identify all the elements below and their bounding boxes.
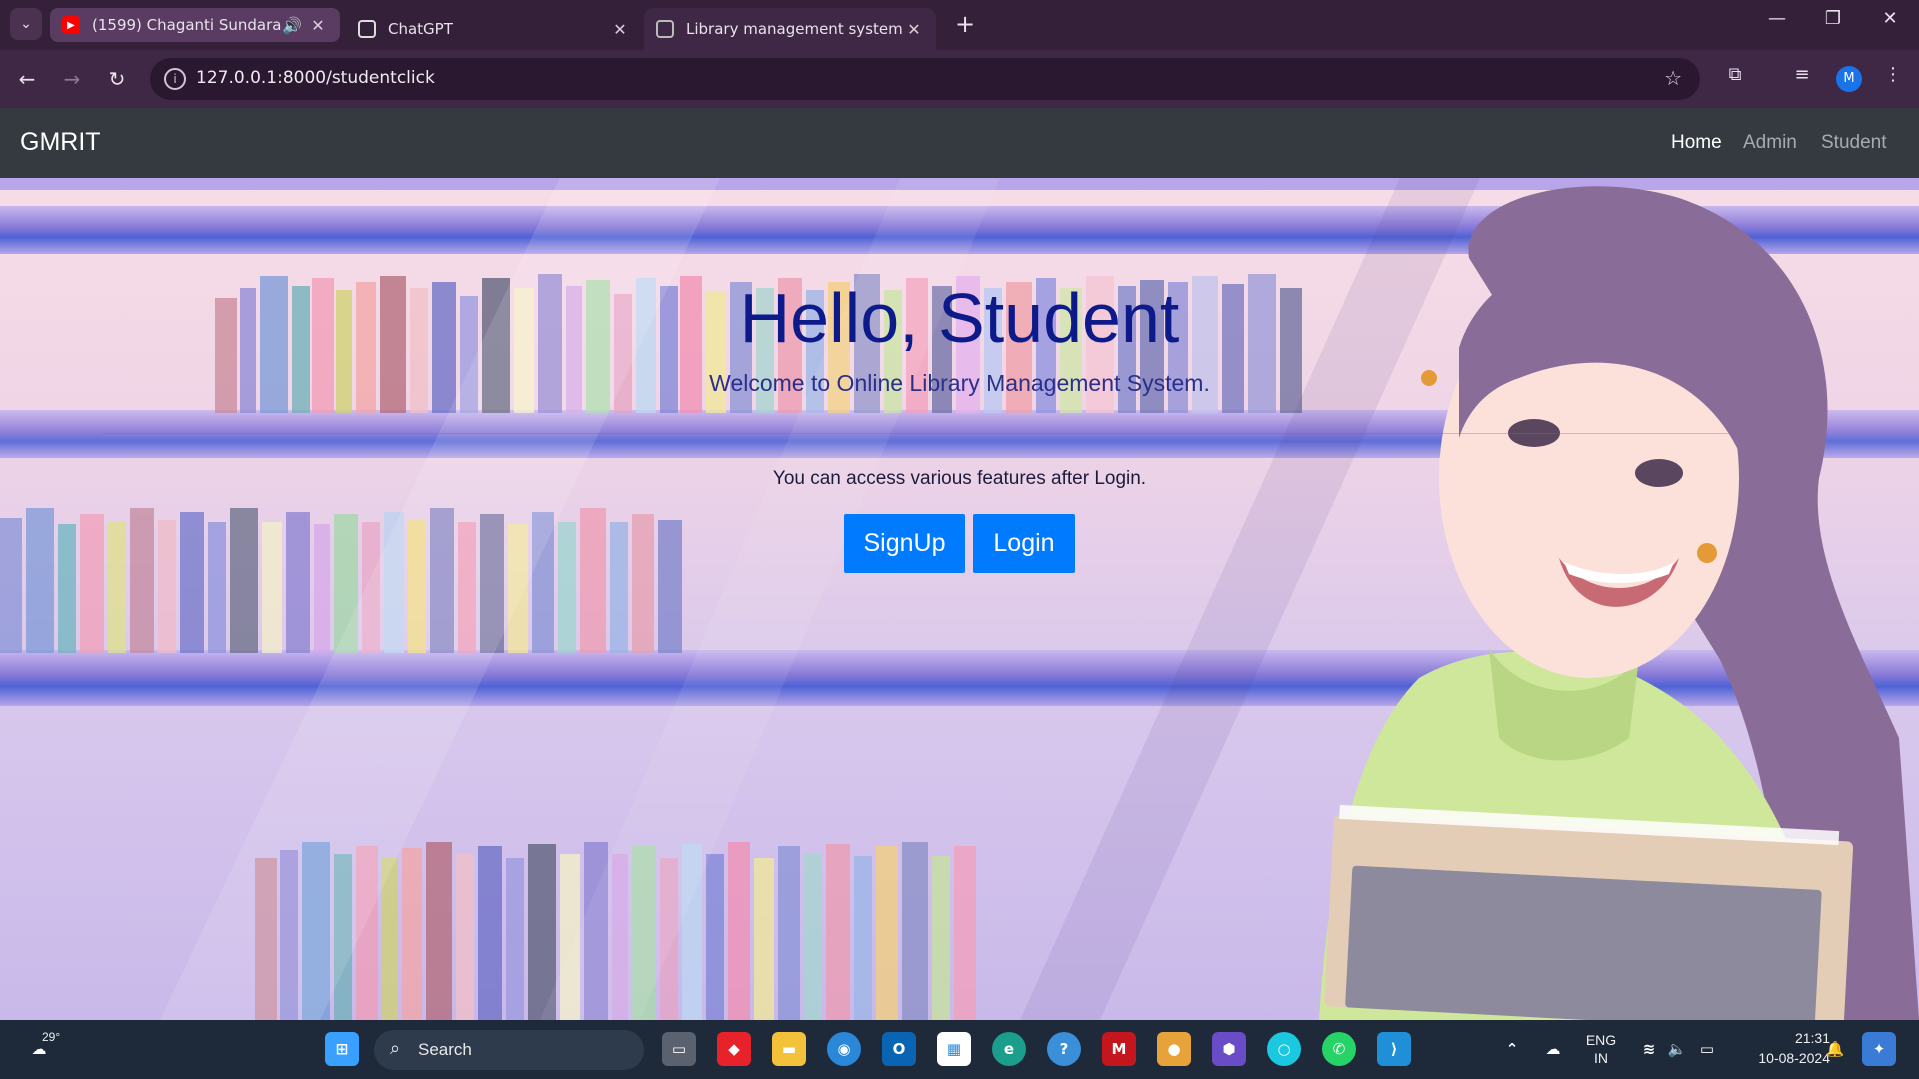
- chatgpt-icon: [358, 20, 376, 38]
- outlook-icon[interactable]: O: [882, 1032, 916, 1066]
- file-explorer-icon[interactable]: ▬: [772, 1032, 806, 1066]
- extensions-icon[interactable]: ⧉: [1720, 64, 1750, 85]
- minimize-icon[interactable]: —: [1757, 8, 1797, 29]
- tab-search-chevron-icon[interactable]: ⌄: [10, 8, 42, 40]
- login-button[interactable]: Login: [973, 514, 1075, 573]
- profile-avatar[interactable]: M: [1836, 66, 1862, 92]
- task-view-icon[interactable]: ▭: [662, 1032, 696, 1066]
- chevron-up-icon[interactable]: ⌃: [1495, 1032, 1529, 1066]
- site-info-icon[interactable]: i: [164, 68, 186, 90]
- hero-banner: Hello, Student Welcome to Online Library…: [0, 178, 1919, 1020]
- language-region[interactable]: IN: [1583, 1050, 1619, 1066]
- nav-home-link[interactable]: Home: [1671, 132, 1722, 154]
- menu-kebab-icon[interactable]: ⋮: [1878, 64, 1908, 85]
- tab-chatgpt[interactable]: ChatGPT ✕: [346, 8, 642, 50]
- whatsapp-icon[interactable]: ✆: [1322, 1032, 1356, 1066]
- browser-tab-bar: ⌄ ▶ (1599) Chaganti Sundarakan 🔊 ✕ ChatG…: [0, 0, 1919, 50]
- tab-title: (1599) Chaganti Sundarakan: [92, 16, 282, 34]
- bookmark-star-icon[interactable]: ☆: [1664, 66, 1682, 90]
- tab-title: Library management system: [686, 20, 903, 38]
- volume-icon[interactable]: 🔈: [1660, 1032, 1694, 1066]
- url-text[interactable]: 127.0.0.1:8000/studentclick: [196, 68, 435, 88]
- app-red-diamond-icon[interactable]: ◆: [717, 1032, 751, 1066]
- hero-divider: [102, 433, 1817, 434]
- windows-taskbar: ☁ 29° ⊞ ⌕ Search ▭ ◆ ▬ ◉ O ▦ e ? M ● ⬢ ○…: [0, 1020, 1919, 1079]
- forward-icon[interactable]: →: [57, 64, 87, 94]
- site-navbar: GMRIT Home Admin Student: [0, 108, 1919, 178]
- new-tab-icon[interactable]: +: [950, 10, 980, 38]
- copilot-icon[interactable]: ✦: [1862, 1032, 1896, 1066]
- microsoft-store-icon[interactable]: ▦: [937, 1032, 971, 1066]
- hero-title: Hello, Student: [739, 279, 1180, 357]
- address-bar[interactable]: i 127.0.0.1:8000/studentclick ☆: [150, 58, 1700, 100]
- app-hex-icon[interactable]: ⬢: [1212, 1032, 1246, 1066]
- back-icon[interactable]: ←: [12, 64, 42, 94]
- taskbar-search-box[interactable]: ⌕ Search: [374, 1030, 644, 1070]
- site-brand[interactable]: GMRIT: [20, 128, 101, 157]
- close-icon[interactable]: ✕: [308, 16, 328, 35]
- media-controls-icon[interactable]: ≡: [1787, 64, 1817, 85]
- tab-youtube[interactable]: ▶ (1599) Chaganti Sundarakan 🔊 ✕: [50, 8, 340, 42]
- edge-icon[interactable]: e: [992, 1032, 1026, 1066]
- close-icon[interactable]: ✕: [610, 20, 630, 39]
- vscode-icon[interactable]: ⟩: [1377, 1032, 1411, 1066]
- tab-title: ChatGPT: [388, 20, 453, 38]
- search-label: Search: [418, 1040, 472, 1059]
- notification-bell-icon[interactable]: 🔔: [1818, 1032, 1852, 1066]
- speaker-icon[interactable]: 🔊: [282, 16, 302, 35]
- window-close-icon[interactable]: ✕: [1870, 8, 1910, 29]
- chrome-icon[interactable]: ◉: [827, 1032, 861, 1066]
- cortana-ring-icon[interactable]: ○: [1267, 1032, 1301, 1066]
- nav-student-link[interactable]: Student: [1821, 132, 1887, 154]
- signup-button[interactable]: SignUp: [844, 514, 965, 573]
- reload-icon[interactable]: ↻: [102, 64, 132, 94]
- medal-icon[interactable]: ●: [1157, 1032, 1191, 1066]
- restore-icon[interactable]: ❐: [1813, 8, 1853, 29]
- help-icon[interactable]: ?: [1047, 1032, 1081, 1066]
- clock-time[interactable]: 21:31: [1730, 1030, 1830, 1046]
- mcafee-icon[interactable]: M: [1102, 1032, 1136, 1066]
- nav-admin-link[interactable]: Admin: [1743, 132, 1797, 154]
- youtube-icon: ▶: [62, 16, 80, 34]
- battery-icon[interactable]: ▭: [1690, 1032, 1724, 1066]
- tab-library-management[interactable]: Library management system ✕: [644, 8, 936, 50]
- hero-subtitle: Welcome to Online Library Management Sys…: [709, 370, 1210, 396]
- search-icon: ⌕: [390, 1038, 401, 1058]
- clock-date[interactable]: 10-08-2024: [1730, 1050, 1830, 1066]
- windows-start-icon[interactable]: ⊞: [325, 1032, 359, 1066]
- browser-toolbar: ← → ↻ i 127.0.0.1:8000/studentclick ☆ ⧉ …: [0, 50, 1919, 108]
- language-indicator[interactable]: ENG: [1583, 1032, 1619, 1048]
- weather-temp: 29°: [42, 1030, 61, 1044]
- onedrive-cloud-icon[interactable]: ☁: [1536, 1032, 1570, 1066]
- web-page: GMRIT Home Admin Student Hello, Student …: [0, 108, 1919, 1020]
- hero-info-text: You can access various features after Lo…: [772, 468, 1147, 489]
- globe-icon: [656, 20, 674, 38]
- close-icon[interactable]: ✕: [904, 20, 924, 39]
